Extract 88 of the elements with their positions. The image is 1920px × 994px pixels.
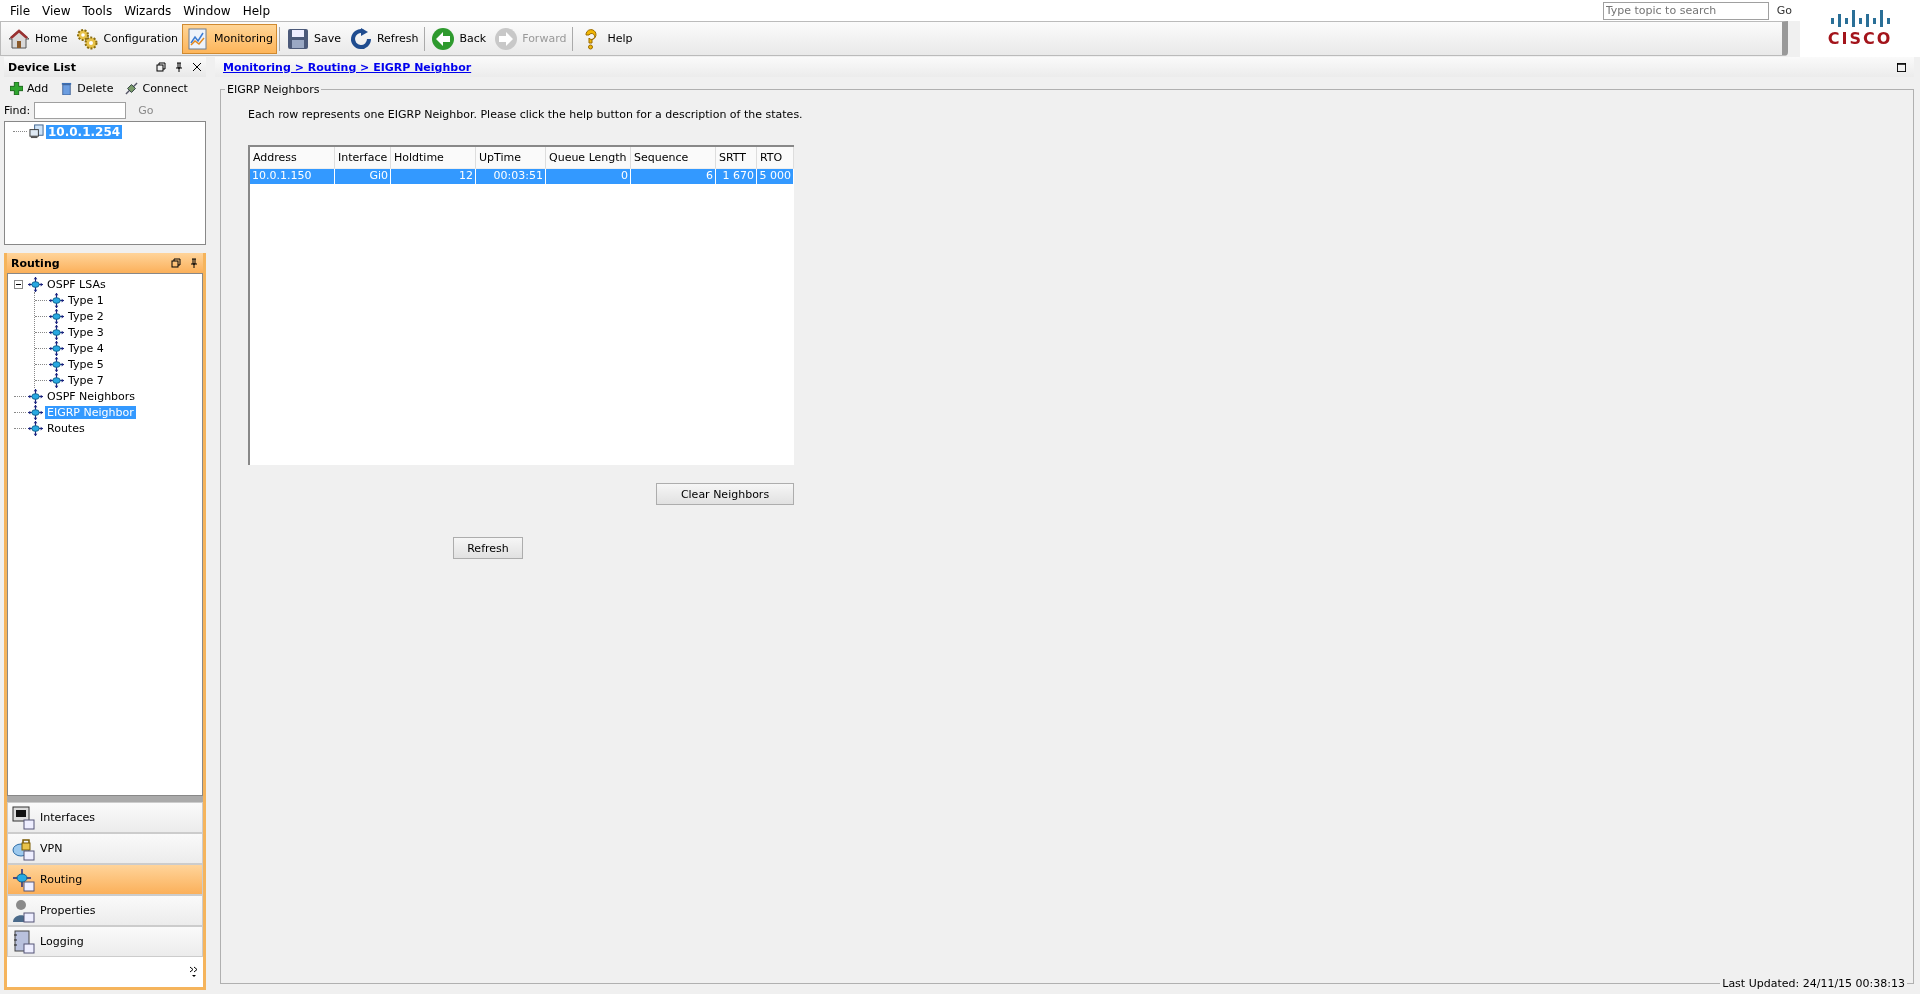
menu-item[interactable]: View: [36, 3, 77, 18]
maximize-icon[interactable]: [1897, 62, 1906, 72]
refresh-icon: [348, 26, 373, 51]
router-icon: [28, 420, 43, 436]
tree-node[interactable]: Type 2: [66, 309, 106, 323]
restore-icon[interactable]: [156, 62, 166, 72]
logo-text: CISCO: [1827, 29, 1893, 48]
router-icon: [49, 372, 64, 388]
find-field[interactable]: [34, 101, 127, 119]
toolbar-button[interactable]: Add: [8, 81, 51, 95]
find-label: Find:: [4, 103, 31, 117]
router-icon: [28, 276, 43, 292]
gears-icon: [75, 26, 100, 51]
table-cell: 12: [391, 169, 476, 184]
menu-item[interactable]: Wizards: [118, 3, 178, 18]
table-cell: 10.0.1.150: [250, 169, 335, 184]
help-search-field[interactable]: Type topic to search: [1602, 1, 1769, 20]
tree-node[interactable]: Type 4: [66, 341, 106, 355]
pin-icon[interactable]: [174, 62, 184, 72]
close-icon[interactable]: [192, 62, 202, 72]
router-icon: [49, 292, 64, 308]
navigation-button[interactable]: Logging: [7, 926, 203, 957]
router-icon: [28, 388, 43, 404]
navigation-button[interactable]: Properties: [7, 895, 203, 926]
tree-node[interactable]: Type 3: [66, 325, 106, 339]
router-icon: [12, 867, 36, 892]
navigation-button[interactable]: VPN: [7, 833, 203, 864]
collapse-icon[interactable]: [14, 279, 23, 289]
toolbar-button[interactable]: Back: [427, 23, 491, 54]
menu-item[interactable]: Window: [177, 3, 237, 18]
toolbar-button[interactable]: Home: [3, 23, 72, 54]
last-updated-text: Last Updated: 24/11/15 00:38:13: [1720, 977, 1907, 990]
table-cell: 6: [631, 169, 716, 184]
router-icon: [49, 308, 64, 324]
column-header[interactable]: UpTime: [476, 147, 546, 169]
column-header[interactable]: Sequence: [631, 147, 716, 169]
router-icon: [28, 404, 43, 420]
tree-node[interactable]: Type 5: [66, 357, 106, 371]
toolbar-button[interactable]: Refresh: [344, 23, 423, 54]
tree-node[interactable]: OSPF LSAs: [45, 277, 108, 291]
chevron-icon[interactable]: [189, 966, 199, 978]
monitor-icon: [12, 805, 36, 830]
toolbar-button[interactable]: Configuration: [71, 23, 183, 54]
navigation-button[interactable]: Routing: [7, 864, 203, 895]
table-cell: 0: [546, 169, 631, 184]
column-header[interactable]: Interface: [335, 147, 391, 169]
restore-icon[interactable]: [171, 258, 181, 268]
bars-icon: [1829, 9, 1891, 27]
menu-item[interactable]: Tools: [76, 3, 119, 18]
person-silhouette-icon: [12, 898, 36, 923]
table-cell: 5 000: [757, 169, 794, 184]
refresh-button[interactable]: Refresh: [453, 537, 523, 559]
column-header[interactable]: RTO: [757, 147, 794, 169]
pin-icon[interactable]: [189, 258, 199, 268]
clear-neighbors-button[interactable]: Clear Neighbors: [656, 483, 794, 505]
column-header[interactable]: Holdtime: [391, 147, 476, 169]
panel-title: Routing: [11, 256, 60, 270]
column-header[interactable]: Queue Length: [546, 147, 631, 169]
notebook-icon: [12, 929, 36, 954]
go-button[interactable]: Go: [1768, 4, 1800, 17]
tree-node[interactable]: OSPF Neighbors: [45, 389, 138, 403]
menu-item[interactable]: Help: [236, 3, 276, 18]
group-title: EIGRP Neighbors: [225, 83, 322, 96]
computer-icon: [29, 124, 44, 139]
breadcrumb-link[interactable]: Monitoring > Routing > EIGRP Neighbor: [223, 60, 472, 74]
column-header[interactable]: Address: [250, 147, 335, 169]
toolbar-button[interactable]: Connect: [123, 81, 190, 95]
table-cell: Gi0: [335, 169, 391, 184]
toolbar-button[interactable]: Delete: [58, 81, 116, 95]
plus-icon: [10, 81, 23, 95]
trash-can-icon: [60, 81, 74, 95]
router-icon: [49, 324, 64, 340]
column-header[interactable]: SRTT: [716, 147, 757, 169]
tree-node[interactable]: Type 1: [66, 293, 106, 307]
table-cell: 00:03:51: [476, 169, 546, 184]
padlock-icon: [12, 836, 36, 861]
panel-title: Device List: [8, 60, 76, 74]
description-text: Each row represents one EIGRP Neighbor. Please click the help button for a description of the states.: [248, 108, 804, 121]
menu-item[interactable]: File: [4, 3, 37, 18]
toolbar-button[interactable]: Save: [281, 23, 345, 54]
router-icon: [49, 356, 64, 372]
router-icon: [49, 340, 64, 356]
tree-node[interactable]: Type 7: [66, 373, 106, 387]
navigation-button[interactable]: Interfaces: [7, 802, 203, 833]
toolbar-button[interactable]: Help: [575, 23, 637, 54]
toolbar-button[interactable]: Monitoring: [182, 23, 277, 54]
tree-node[interactable]: Routes: [45, 421, 87, 435]
table-cell: 1 670: [716, 169, 757, 184]
